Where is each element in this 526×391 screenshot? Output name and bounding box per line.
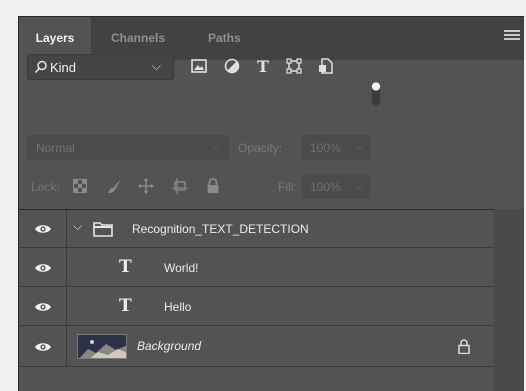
opacity-label: Opacity:: [238, 141, 283, 155]
layer-row-group[interactable]: ⌵ Recognition_TEXT_DETECTION: [19, 210, 495, 248]
filter-toggle-switch[interactable]: [371, 79, 381, 109]
chevron-down-icon: ⌵: [151, 59, 161, 73]
kind-filter-label: Kind: [50, 60, 77, 75]
chevron-down-icon: ⌵: [211, 140, 220, 152]
smart-object-filter-icon[interactable]: [317, 57, 335, 75]
lock-artboard-icon[interactable]: [171, 177, 189, 195]
blend-mode-select[interactable]: Normal ⌵: [27, 135, 229, 160]
layers-list: ⌵ Recognition_TEXT_DETECTION T World! T …: [19, 209, 524, 391]
lock-position-icon[interactable]: [137, 177, 155, 195]
visibility-eye-icon[interactable]: [19, 210, 67, 247]
opacity-chevron-icon[interactable]: ⌵: [348, 135, 370, 160]
kind-filter-select[interactable]: Kind ⌵: [27, 54, 174, 80]
lock-transparent-pixels-icon[interactable]: [71, 177, 89, 195]
panel-menu-icon[interactable]: [504, 30, 520, 46]
chevron-down-icon[interactable]: ⌵: [73, 219, 82, 234]
visibility-eye-icon[interactable]: [19, 249, 67, 286]
search-icon: [34, 60, 47, 74]
adjustment-filter-icon[interactable]: [223, 57, 241, 75]
lock-label: Lock:: [31, 180, 60, 194]
lock-icon: [458, 339, 470, 354]
layer-row-text[interactable]: T Hello: [19, 288, 495, 326]
layer-name: Background: [137, 339, 202, 353]
layers-scrollbar[interactable]: [494, 209, 524, 391]
layer-row-background[interactable]: Background: [19, 327, 495, 367]
fill-chevron-icon[interactable]: ⌵: [348, 174, 370, 199]
layer-row-text[interactable]: T World!: [19, 249, 495, 287]
blend-mode-value: Normal: [36, 141, 75, 155]
lock-image-pixels-icon[interactable]: [106, 177, 124, 195]
fill-label: Fill:: [278, 180, 297, 194]
layer-name: World!: [164, 261, 199, 275]
type-filter-icon[interactable]: T: [254, 57, 272, 76]
layers-panel: Layers Channels Paths Kind ⌵ T Normal ⌵ …: [18, 16, 524, 391]
text-layer-icon: T: [119, 257, 132, 277]
lock-all-icon[interactable]: [204, 177, 222, 195]
layer-name: Recognition_TEXT_DETECTION: [132, 222, 309, 236]
text-layer-icon: T: [119, 296, 132, 316]
visibility-eye-icon[interactable]: [19, 288, 67, 325]
image-filter-icon[interactable]: [190, 57, 208, 75]
layer-thumbnail: [77, 334, 127, 359]
opacity-input[interactable]: 100%: [302, 135, 348, 160]
folder-icon: [93, 222, 113, 237]
tab-paths[interactable]: Paths: [196, 17, 253, 60]
shape-filter-icon[interactable]: [285, 57, 303, 75]
layer-name: Hello: [164, 300, 192, 314]
visibility-eye-icon[interactable]: [19, 327, 67, 366]
fill-input[interactable]: 100%: [302, 174, 348, 199]
